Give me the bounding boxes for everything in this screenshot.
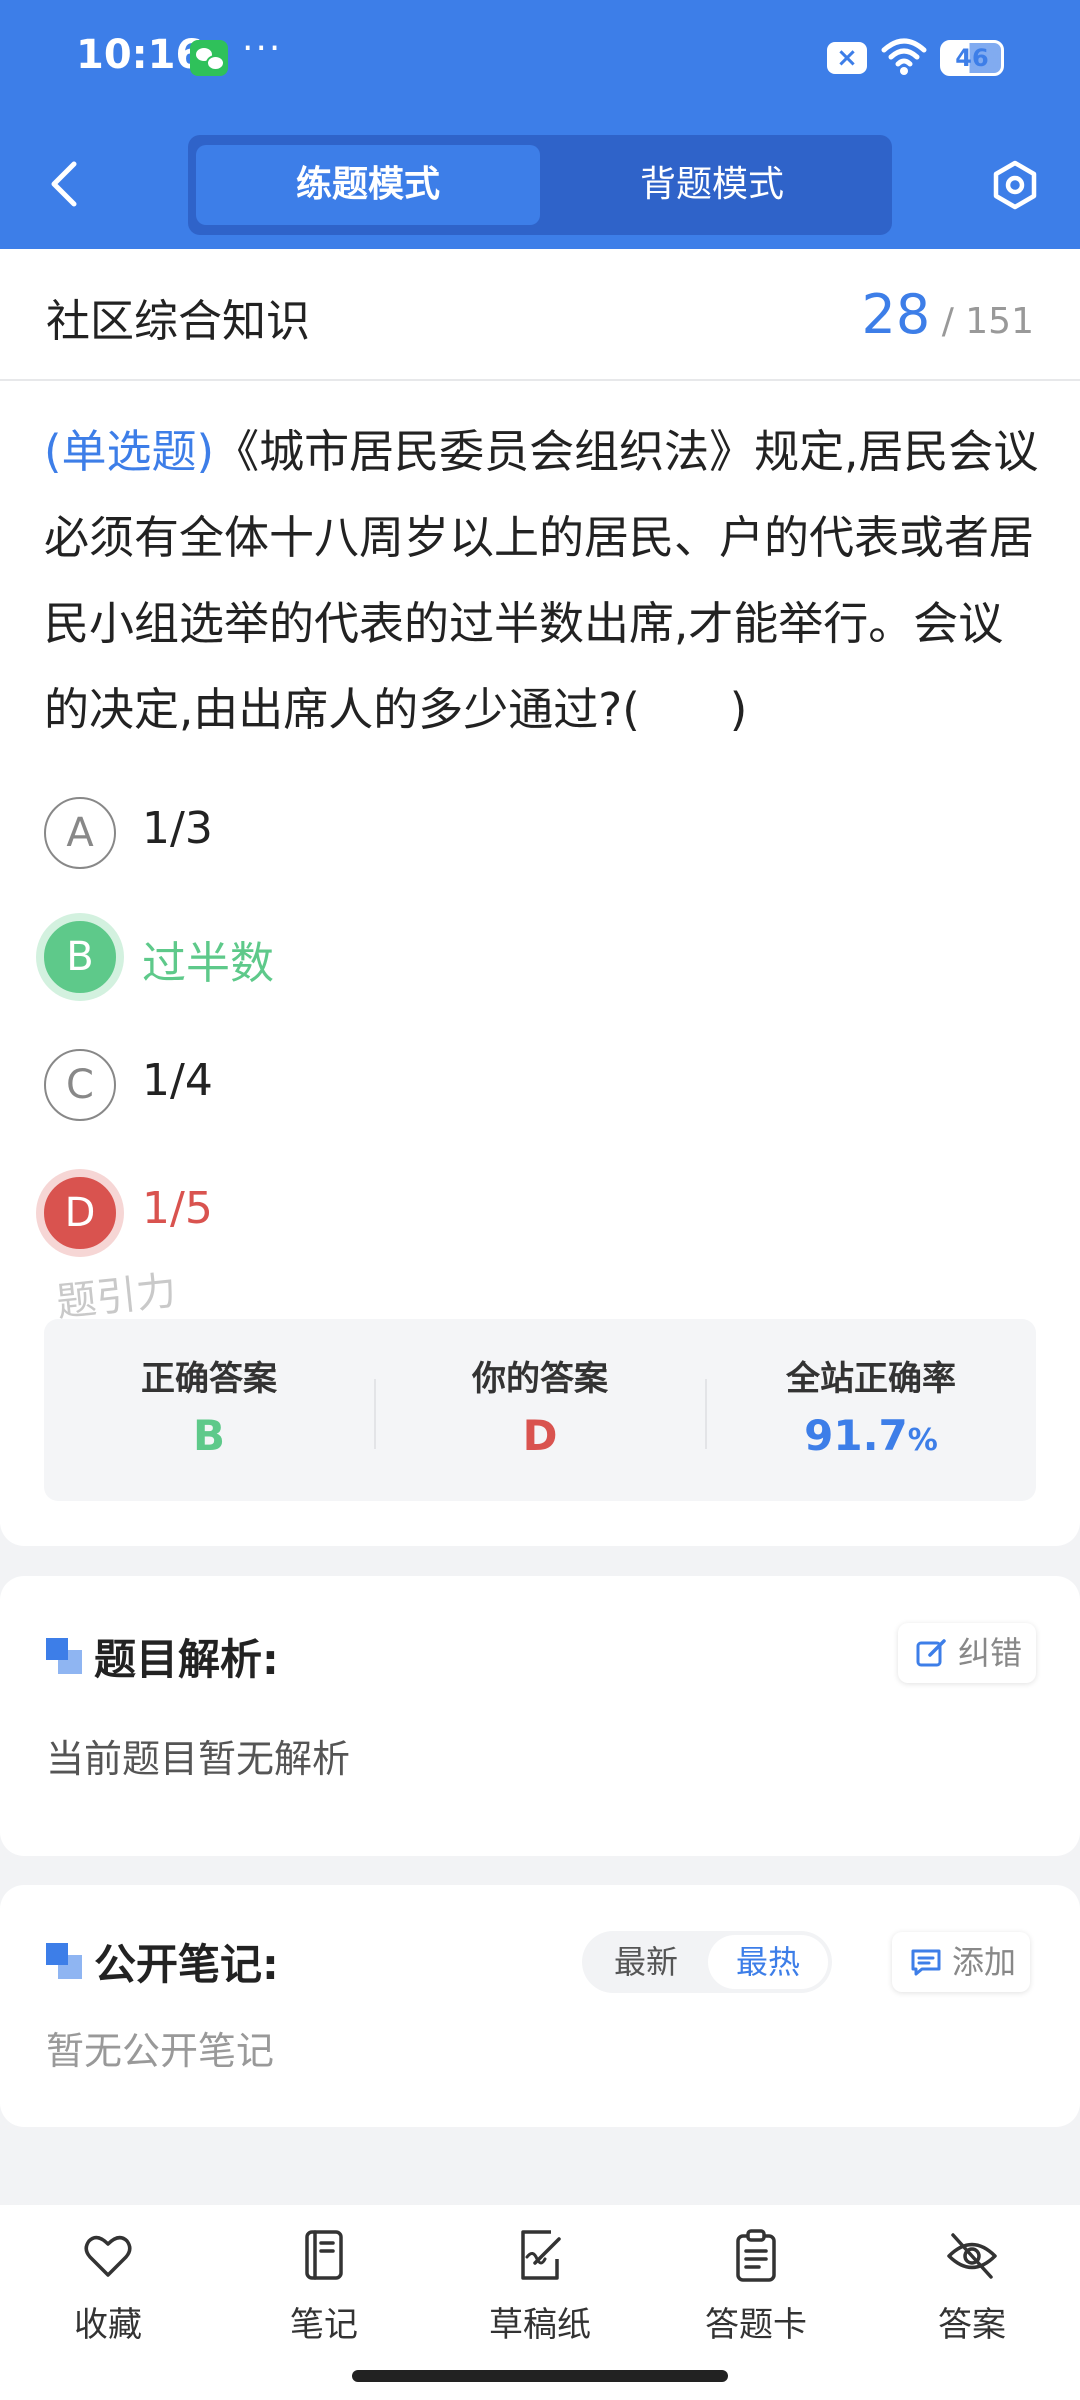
question-stem: (单选题)《城市居民委员会组织法》规定,居民会议必须有全体十八周岁以上的居民、户… bbox=[44, 409, 1039, 753]
sort-hottest-button[interactable]: 最热 bbox=[708, 1935, 828, 1989]
nav-label: 答题卡 bbox=[705, 2305, 807, 2345]
option-letter: D bbox=[44, 1177, 116, 1249]
progress-total: 151 bbox=[965, 301, 1034, 342]
app-header: 10:16 ··· × 46 练题模式 背题模式 bbox=[0, 0, 1080, 249]
stat-value: B bbox=[192, 1411, 225, 1460]
draft-paper-button[interactable]: 草稿纸 bbox=[432, 2225, 648, 2355]
favorite-button[interactable]: 收藏 bbox=[0, 2225, 216, 2355]
notes-empty-text: 暂无公开笔记 bbox=[46, 2029, 275, 2073]
option-text: 过半数 bbox=[142, 938, 274, 989]
heart-icon bbox=[84, 2235, 132, 2277]
clipboard-icon bbox=[736, 2229, 776, 2282]
stat-value: D bbox=[522, 1411, 558, 1460]
stat-correct-answer: 正确答案 B bbox=[44, 1319, 374, 1501]
rate-unit: % bbox=[907, 1423, 938, 1458]
question-type: (单选题) bbox=[44, 425, 215, 478]
progress-current: 28 bbox=[861, 283, 931, 346]
stat-accuracy-rate: 全站正确率 91.7% bbox=[706, 1319, 1036, 1501]
option-text: 1/3 bbox=[142, 803, 213, 854]
draft-icon bbox=[521, 2230, 561, 2280]
show-answer-button[interactable]: 答案 bbox=[864, 2225, 1080, 2355]
add-note-label: 添加 bbox=[952, 1943, 1017, 1981]
analysis-empty-text: 当前题目暂无解析 bbox=[46, 1737, 351, 1781]
question-progress: 28 / 151 bbox=[862, 283, 1034, 346]
stat-label: 你的答案 bbox=[472, 1359, 608, 1399]
option-d[interactable]: D 1/5 bbox=[44, 1177, 744, 1253]
close-badge-icon: × bbox=[827, 42, 867, 74]
answer-stats: 正确答案 B 你的答案 D 全站正确率 91.7% bbox=[44, 1319, 1036, 1501]
battery-icon: 46 bbox=[940, 40, 1004, 76]
stat-label: 全站正确率 bbox=[786, 1359, 956, 1399]
option-a[interactable]: A 1/3 bbox=[44, 797, 744, 873]
comment-icon bbox=[911, 1949, 941, 1976]
rate-number: 91.7 bbox=[804, 1411, 908, 1460]
back-button[interactable] bbox=[40, 158, 90, 210]
edit-icon bbox=[916, 1639, 946, 1667]
analysis-title: 题目解析: bbox=[94, 1635, 279, 1684]
wifi-icon bbox=[881, 38, 927, 75]
add-note-button[interactable]: 添加 bbox=[892, 1932, 1031, 1992]
option-letter: A bbox=[44, 797, 116, 869]
subject-title: 社区综合知识 bbox=[46, 296, 310, 347]
settings-icon[interactable] bbox=[990, 160, 1040, 210]
nav-label: 草稿纸 bbox=[489, 2305, 591, 2345]
option-b[interactable]: B 过半数 bbox=[44, 921, 744, 997]
report-error-button[interactable]: 纠错 bbox=[898, 1623, 1037, 1683]
option-text: 1/4 bbox=[142, 1055, 213, 1106]
nav-label: 笔记 bbox=[290, 2305, 358, 2345]
subject-row: 社区综合知识 28 / 151 bbox=[0, 249, 1080, 381]
section-marker-icon bbox=[46, 1638, 82, 1674]
notebook-icon bbox=[305, 2230, 343, 2280]
battery-level: 46 bbox=[955, 44, 989, 72]
question-card: 社区综合知识 28 / 151 (单选题)《城市居民委员会组织法》规定,居民会议… bbox=[0, 249, 1080, 1546]
nav-label: 答案 bbox=[938, 2305, 1006, 2345]
sort-newest-button[interactable]: 最新 bbox=[586, 1935, 706, 1989]
mode-switch: 练题模式 背题模式 bbox=[188, 135, 892, 235]
option-c[interactable]: C 1/4 bbox=[44, 1049, 744, 1125]
option-letter: B bbox=[44, 921, 116, 993]
notes-title: 公开笔记: bbox=[94, 1940, 279, 1989]
tab-practice-mode[interactable]: 练题模式 bbox=[196, 145, 540, 225]
answer-card-button[interactable]: 答题卡 bbox=[648, 2225, 864, 2355]
report-error-label: 纠错 bbox=[958, 1634, 1023, 1672]
wechat-icon bbox=[190, 40, 228, 76]
option-text: 1/5 bbox=[142, 1183, 213, 1234]
section-marker-icon bbox=[46, 1943, 82, 1979]
nav-label: 收藏 bbox=[74, 2305, 142, 2345]
progress-separator: / bbox=[941, 301, 954, 342]
notes-button[interactable]: 笔记 bbox=[216, 2225, 432, 2355]
home-indicator[interactable] bbox=[352, 2370, 728, 2382]
tab-memorize-mode[interactable]: 背题模式 bbox=[540, 145, 884, 225]
notes-sort-toggle: 最新 最热 bbox=[582, 1931, 832, 1993]
stat-your-answer: 你的答案 D bbox=[375, 1319, 705, 1501]
status-bar: 10:16 ··· × 46 bbox=[0, 0, 1080, 118]
status-time: 10:16 bbox=[76, 32, 204, 78]
stat-value: 91.7% bbox=[706, 1411, 1036, 1460]
more-notifications-icon: ··· bbox=[242, 28, 283, 69]
watermark: 题引力 bbox=[54, 1267, 179, 1327]
public-notes-card: 公开笔记: 最新 最热 添加 暂无公开笔记 bbox=[0, 1885, 1080, 2127]
stat-label: 正确答案 bbox=[141, 1359, 277, 1399]
analysis-card: 题目解析: 纠错 当前题目暂无解析 bbox=[0, 1576, 1080, 1856]
option-letter: C bbox=[44, 1049, 116, 1121]
eye-off-icon bbox=[947, 2233, 997, 2279]
